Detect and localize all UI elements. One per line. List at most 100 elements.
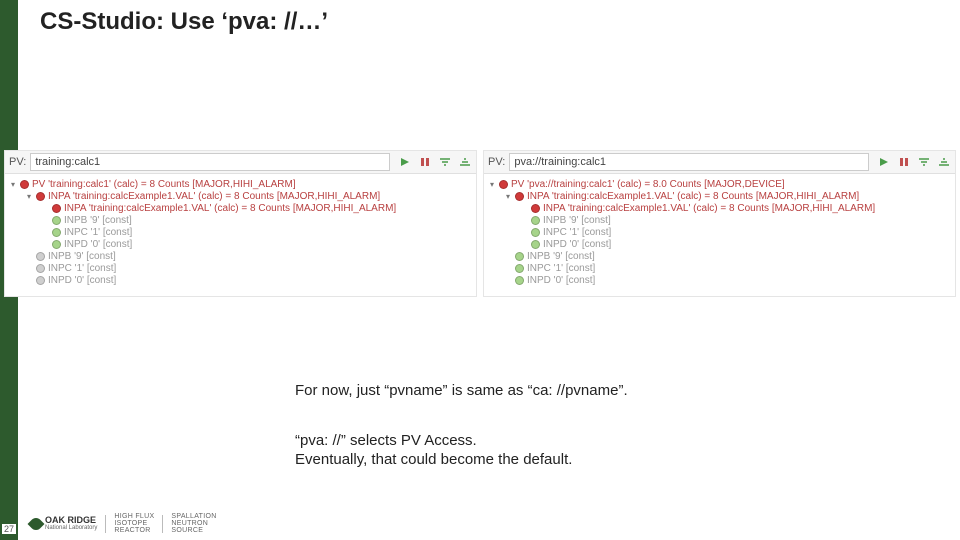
caret-icon	[520, 216, 528, 224]
status-dot-icon	[52, 240, 61, 249]
hfir-text: HIGH FLUX ISOTOPE REACTOR	[114, 513, 154, 534]
tree-row[interactable]: INPB '9' [const]	[9, 250, 474, 262]
tree-row[interactable]: INPB '9' [const]	[9, 214, 474, 226]
tree-row[interactable]: INPD '0' [const]	[9, 238, 474, 250]
tree-row[interactable]: INPB '9' [const]	[488, 214, 953, 226]
tree-row[interactable]: INPA 'training:calcExample1.VAL' (calc) …	[488, 202, 953, 214]
status-dot-icon	[515, 276, 524, 285]
tree-row-label: INPA 'training:calcExample1.VAL' (calc) …	[64, 203, 396, 214]
tree-row-label: INPD '0' [const]	[48, 275, 116, 286]
status-dot-icon	[36, 192, 45, 201]
status-dot-icon	[515, 192, 524, 201]
caret-icon	[520, 240, 528, 248]
tree-row-label: INPC '1' [const]	[543, 227, 611, 238]
tree-row[interactable]: INPD '0' [const]	[488, 274, 953, 286]
logo-divider	[162, 515, 163, 533]
tree-row[interactable]: INPC '1' [const]	[9, 262, 474, 274]
caret-icon	[504, 264, 512, 272]
tree-row-label: PV 'training:calc1' (calc) = 8 Counts [M…	[32, 179, 296, 190]
tree-row[interactable]: INPA 'training:calcExample1.VAL' (calc) …	[9, 202, 474, 214]
tree-row[interactable]: INPC '1' [const]	[488, 226, 953, 238]
tree-row[interactable]: ▾ INPA 'training:calcExample1.VAL' (calc)…	[488, 190, 953, 202]
left-panel: PV: ▾ PV 'training:calc1' (calc) = 8 Coun…	[4, 150, 477, 297]
tree-row-label: INPC '1' [const]	[48, 263, 116, 274]
panels-container: PV: ▾ PV 'training:calc1' (calc) = 8 Coun…	[0, 150, 960, 297]
tree-row[interactable]: INPB '9' [const]	[488, 250, 953, 262]
tree-row-label: INPB '9' [const]	[64, 215, 132, 226]
caret-icon	[25, 264, 33, 272]
footer-logos: OAK RIDGE National Laboratory HIGH FLUX …	[30, 513, 217, 534]
tree-left: ▾ PV 'training:calc1' (calc) = 8 Counts […	[5, 174, 476, 296]
status-dot-icon	[515, 264, 524, 273]
pv-label: PV:	[488, 156, 505, 168]
pv-input-left[interactable]	[30, 153, 390, 171]
pause-icon[interactable]	[418, 155, 432, 169]
play-icon[interactable]	[877, 155, 891, 169]
expand-icon[interactable]	[937, 155, 951, 169]
collapse-icon[interactable]	[438, 155, 452, 169]
caret-icon[interactable]: ▾	[504, 192, 512, 200]
caret-icon[interactable]: ▾	[488, 180, 496, 188]
status-dot-icon	[52, 216, 61, 225]
tree-row-label: PV 'pva://training:calc1' (calc) = 8.0 C…	[511, 179, 785, 190]
tree-row-label: INPD '0' [const]	[543, 239, 611, 250]
body-text-1: For now, just “pvname” is same as “ca: /…	[295, 382, 628, 401]
caret-icon	[520, 204, 528, 212]
caret-icon	[504, 276, 512, 284]
status-dot-icon	[36, 264, 45, 273]
pv-bar-right: PV:	[484, 151, 955, 174]
pv-bar-left: PV:	[5, 151, 476, 174]
caret-icon[interactable]: ▾	[9, 180, 17, 188]
tree-row[interactable]: INPD '0' [const]	[9, 274, 474, 286]
status-dot-icon	[52, 204, 61, 213]
tree-row-label: INPA 'training:calcExample1.VAL' (calc) …	[527, 191, 859, 202]
caret-icon	[504, 252, 512, 260]
tree-row-label: INPB '9' [const]	[543, 215, 611, 226]
caret-icon	[25, 252, 33, 260]
pv-input-right[interactable]	[509, 153, 869, 171]
status-dot-icon	[531, 228, 540, 237]
tree-row[interactable]: ▾ INPA 'training:calcExample1.VAL' (calc)…	[9, 190, 474, 202]
toolbar-right	[873, 155, 951, 169]
leaf-icon	[28, 515, 45, 532]
sns-text: SPALLATION NEUTRON SOURCE	[171, 513, 216, 534]
tree-row-label: INPA 'training:calcExample1.VAL' (calc) …	[48, 191, 380, 202]
collapse-icon[interactable]	[917, 155, 931, 169]
tree-row-label: INPA 'training:calcExample1.VAL' (calc) …	[543, 203, 875, 214]
caret-icon[interactable]: ▾	[25, 192, 33, 200]
logo-divider	[105, 515, 106, 533]
status-dot-icon	[531, 216, 540, 225]
tree-row[interactable]: INPD '0' [const]	[488, 238, 953, 250]
status-dot-icon	[499, 180, 508, 189]
pause-icon[interactable]	[897, 155, 911, 169]
oak-line1: OAK RIDGE	[45, 516, 97, 525]
status-dot-icon	[36, 276, 45, 285]
body-text-2: “pva: //” selects PV Access. Eventually,…	[295, 432, 572, 470]
caret-icon	[41, 228, 49, 236]
caret-icon	[41, 204, 49, 212]
caret-icon	[520, 228, 528, 236]
tree-row-label: INPC '1' [const]	[527, 263, 595, 274]
status-dot-icon	[531, 240, 540, 249]
play-icon[interactable]	[398, 155, 412, 169]
right-panel: PV: ▾ PV 'pva://training:calc1' (calc) = …	[483, 150, 956, 297]
toolbar-left	[394, 155, 472, 169]
tree-row[interactable]: INPC '1' [const]	[488, 262, 953, 274]
status-dot-icon	[52, 228, 61, 237]
tree-row[interactable]: INPC '1' [const]	[9, 226, 474, 238]
caret-icon	[41, 240, 49, 248]
caret-icon	[41, 216, 49, 224]
expand-icon[interactable]	[458, 155, 472, 169]
tree-row-label: INPD '0' [const]	[527, 275, 595, 286]
status-dot-icon	[515, 252, 524, 261]
tree-right: ▾ PV 'pva://training:calc1' (calc) = 8.0 …	[484, 174, 955, 296]
status-dot-icon	[20, 180, 29, 189]
tree-row-label: INPB '9' [const]	[48, 251, 116, 262]
status-dot-icon	[36, 252, 45, 261]
tree-row[interactable]: ▾ PV 'pva://training:calc1' (calc) = 8.0 …	[488, 178, 953, 190]
oak-ridge-logo: OAK RIDGE National Laboratory	[30, 516, 97, 531]
slide-title: CS-Studio: Use ‘pva: //…’	[40, 8, 328, 36]
tree-row[interactable]: ▾ PV 'training:calc1' (calc) = 8 Counts […	[9, 178, 474, 190]
tree-row-label: INPC '1' [const]	[64, 227, 132, 238]
body-text-2b: Eventually, that could become the defaul…	[295, 451, 572, 470]
